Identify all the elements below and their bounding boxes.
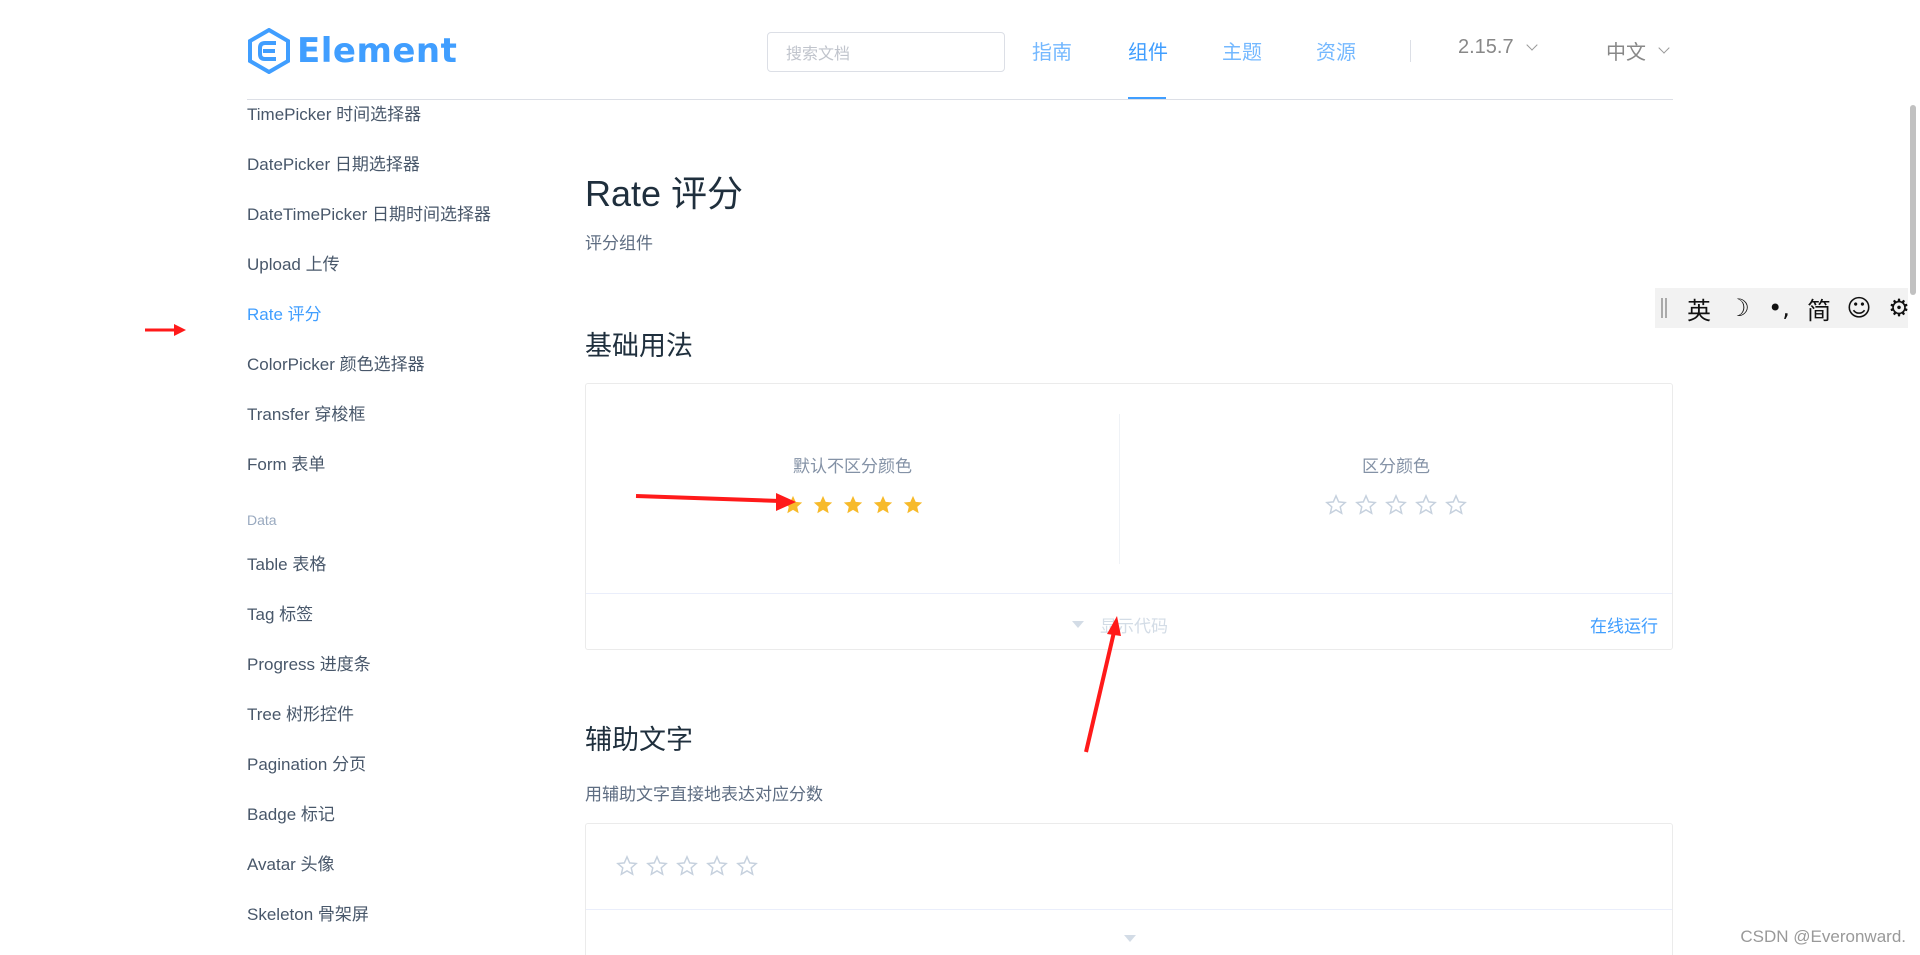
- nav-theme[interactable]: 主题: [1222, 36, 1262, 65]
- sidebar-item-table[interactable]: Table 表格: [247, 550, 326, 575]
- demo-block-text: [585, 823, 1673, 955]
- sidebar-item-badge[interactable]: Badge 标记: [247, 800, 335, 825]
- star-filled-icon[interactable]: [808, 493, 838, 517]
- annotation-arrow-stars: [635, 493, 796, 511]
- star-empty-icon[interactable]: [642, 854, 672, 878]
- ime-language-toggle[interactable]: 英: [1679, 291, 1719, 326]
- logo-text: Element: [297, 31, 458, 71]
- star-empty-icon[interactable]: [1351, 493, 1381, 517]
- star-empty-icon[interactable]: [672, 854, 702, 878]
- language-label: 中文: [1606, 42, 1646, 64]
- section-description-text: 用辅助文字直接地表达对应分数: [585, 785, 823, 804]
- sidebar-item-datepicker[interactable]: DatePicker 日期选择器: [247, 150, 420, 175]
- section-title-basic: 基础用法: [585, 331, 693, 361]
- rate-with-text[interactable]: [612, 854, 762, 878]
- nav-guide[interactable]: 指南: [1032, 36, 1072, 65]
- star-filled-icon[interactable]: [868, 493, 898, 517]
- sidebar-item-tree[interactable]: Tree 树形控件: [247, 700, 354, 725]
- sidebar-group-data: Data: [247, 512, 277, 528]
- nav-component[interactable]: 组件: [1128, 36, 1168, 65]
- star-filled-icon[interactable]: [898, 493, 928, 517]
- star-empty-icon[interactable]: [612, 854, 642, 878]
- star-empty-icon[interactable]: [1411, 493, 1441, 517]
- section-title-text: 辅助文字: [585, 725, 693, 755]
- demo-right: 区分颜色: [1120, 384, 1672, 594]
- element-logo[interactable]: Element: [247, 26, 457, 76]
- sidebar-item-timepicker[interactable]: TimePicker 时间选择器: [247, 100, 421, 125]
- moon-icon[interactable]: ☽: [1719, 294, 1759, 322]
- page-title: Rate 评分: [585, 173, 744, 214]
- run-online-button[interactable]: 在线运行: [1590, 612, 1658, 637]
- smiley-icon[interactable]: ☺: [1839, 294, 1879, 322]
- language-dropdown[interactable]: 中文: [1606, 36, 1670, 65]
- search-input[interactable]: 搜索文档: [767, 32, 1005, 72]
- star-empty-icon[interactable]: [702, 854, 732, 878]
- watermark: CSDN @Everonward.: [1740, 927, 1906, 946]
- sidebar-item-colorpicker[interactable]: ColorPicker 颜色选择器: [247, 350, 425, 375]
- chevron-down-icon: [1525, 39, 1538, 51]
- sidebar-item-tag[interactable]: Tag 标签: [247, 600, 313, 625]
- page-description: 评分组件: [585, 234, 653, 253]
- sidebar-item-upload[interactable]: Upload 上传: [247, 250, 340, 275]
- sidebar-item-avatar[interactable]: Avatar 头像: [247, 850, 335, 875]
- drag-handle-icon[interactable]: [1661, 298, 1667, 318]
- chevron-down-icon: [1658, 42, 1670, 54]
- sidebar-item-pagination[interactable]: Pagination 分页: [247, 750, 366, 775]
- sidebar-item-rate[interactable]: Rate 评分: [247, 300, 322, 325]
- sidebar-item-skeleton[interactable]: Skeleton 骨架屏: [247, 900, 369, 925]
- ime-toolbar: 英 ☽ •, 简 ☺ ⚙: [1655, 288, 1920, 328]
- star-empty-icon[interactable]: [1441, 493, 1471, 517]
- demo-left-label: 默认不区分颜色: [793, 457, 912, 476]
- star-empty-icon[interactable]: [1381, 493, 1411, 517]
- sidebar-item-progress[interactable]: Progress 进度条: [247, 650, 371, 675]
- sidebar-item-datetimepicker[interactable]: DateTimePicker 日期时间选择器: [247, 200, 491, 225]
- element-logo-icon: [248, 28, 290, 74]
- version-dropdown[interactable]: 2.15.7: [1458, 36, 1538, 59]
- search-placeholder: 搜索文档: [786, 46, 851, 63]
- star-empty-icon[interactable]: [1321, 493, 1351, 517]
- top-header: Element 搜索文档 指南 组件 主题 资源 2.15.7 中文: [0, 0, 1920, 100]
- annotation-arrow-sidebar: [145, 324, 186, 336]
- star-filled-icon[interactable]: [838, 493, 868, 517]
- punctuation-icon[interactable]: •,: [1759, 294, 1799, 322]
- caret-down-icon: [1124, 935, 1136, 942]
- ime-simplified-toggle[interactable]: 简: [1799, 291, 1839, 326]
- scrollbar-thumb[interactable]: [1910, 105, 1916, 295]
- demo-control[interactable]: [586, 909, 1672, 955]
- nav-separator: [1410, 40, 1411, 62]
- sidebar-item-form[interactable]: Form 表单: [247, 450, 325, 475]
- star-empty-icon[interactable]: [732, 854, 762, 878]
- version-label: 2.15.7: [1458, 36, 1514, 58]
- rate-colors[interactable]: [1321, 493, 1471, 517]
- sidebar-item-transfer[interactable]: Transfer 穿梭框: [247, 400, 365, 425]
- nav-resource[interactable]: 资源: [1316, 36, 1356, 65]
- annotation-arrow-show-code: [1084, 616, 1121, 753]
- demo-right-label: 区分颜色: [1362, 457, 1430, 476]
- header-divider: [247, 99, 1673, 100]
